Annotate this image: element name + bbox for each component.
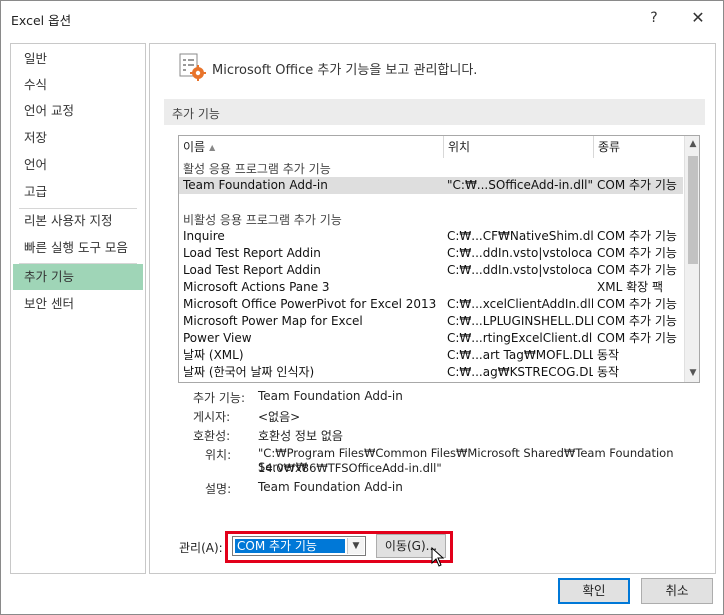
- row-name: Team Foundation Add-in: [183, 178, 328, 192]
- row-type: COM 추가 기능: [597, 297, 677, 311]
- detail-addin-label: 추가 기능:: [193, 391, 246, 405]
- row-type: 동작: [597, 365, 620, 379]
- column-header-name[interactable]: 이름 ▲: [179, 136, 443, 158]
- add-ins-panel: Microsoft Office 추가 기능을 보고 관리합니다. 추가 기능 …: [149, 43, 716, 574]
- row-location: C:₩...xcelClientAddIn.dll: [447, 297, 593, 311]
- detail-description-label: 설명:: [205, 482, 232, 496]
- table-row[interactable]: Team Foundation Add-in "C:₩...SOfficeAdd…: [179, 177, 683, 194]
- scroll-down-icon[interactable]: ▼: [685, 365, 699, 381]
- table-row[interactable]: Microsoft Office PowerPivot for Excel 20…: [179, 296, 683, 313]
- options-sidebar: 일반 수식 언어 교정 저장 언어 고급 리본 사용자 지정 빠른 실행 도구 …: [10, 43, 146, 574]
- help-icon[interactable]: ?: [641, 5, 667, 31]
- sort-up-icon: ▲: [209, 142, 216, 152]
- row-name: 날짜 (한국어 날짜 인식자): [183, 365, 315, 379]
- table-row[interactable]: Inquire C:₩...CF₩NativeShim.dll COM 추가 기…: [179, 228, 683, 245]
- scrollbar-thumb[interactable]: [688, 156, 698, 264]
- detail-compat-value: 호환성 정보 없음: [258, 429, 343, 443]
- detail-location-label: 위치:: [205, 448, 232, 462]
- cancel-button[interactable]: 취소: [641, 578, 713, 604]
- table-row[interactable]: Power View C:₩...rtingExcelClient.dll CO…: [179, 330, 683, 347]
- sidebar-item-customize-ribbon[interactable]: 리본 사용자 지정: [11, 208, 143, 234]
- row-location: C:₩...ag₩KSTRECOG.DLL: [447, 365, 593, 379]
- row-name: 날짜 (XML): [183, 348, 244, 362]
- title-bar: Excel 옵션 ? ✕: [1, 1, 723, 35]
- sidebar-item-general[interactable]: 일반: [11, 46, 143, 72]
- sidebar-item-save[interactable]: 저장: [11, 125, 143, 151]
- row-location: C:₩...rtingExcelClient.dll: [447, 331, 593, 345]
- window-title: Excel 옵션: [11, 13, 72, 28]
- row-location: C:₩...art Tag₩MOFL.DLL: [447, 348, 593, 362]
- row-name: Microsoft Office PowerPivot for Excel 20…: [183, 297, 437, 311]
- row-type: COM 추가 기능: [597, 246, 677, 260]
- page-header: Microsoft Office 추가 기능을 보고 관리합니다.: [212, 63, 478, 78]
- row-type: COM 추가 기능: [597, 229, 677, 243]
- manage-select[interactable]: COM 추가 기능 ▼: [232, 536, 366, 556]
- manage-label: 관리(A):: [179, 541, 223, 555]
- row-name: Power View: [183, 331, 252, 345]
- add-ins-table[interactable]: 이름 ▲ 위치 종류 활성 응용 프로그램 추가 기능 Team Foundati…: [178, 135, 700, 383]
- table-row[interactable]: Load Test Report Addin C:₩...ddIn.vsto|v…: [179, 262, 683, 279]
- row-type: XML 확장 팩: [597, 280, 664, 294]
- row-type: COM 추가 기능: [597, 314, 677, 328]
- table-row[interactable]: Microsoft Actions Pane 3 XML 확장 팩: [179, 279, 683, 296]
- section-header: 추가 기능: [164, 99, 705, 125]
- table-row[interactable]: Load Test Report Addin C:₩...ddIn.vsto|v…: [179, 245, 683, 262]
- column-header-type[interactable]: 종류: [594, 136, 684, 158]
- row-location: C:₩...ddIn.vsto|vstolocal: [447, 263, 593, 277]
- group-label-inactive: 비활성 응용 프로그램 추가 기능: [183, 213, 342, 227]
- row-name: Load Test Report Addin: [183, 246, 321, 260]
- dropdown-arrow-icon[interactable]: ▼: [347, 538, 364, 554]
- row-type: 동작: [597, 348, 620, 362]
- table-scrollbar[interactable]: ▲ ▼: [684, 136, 699, 382]
- sidebar-item-formulas[interactable]: 수식: [11, 72, 143, 98]
- row-name: Inquire: [183, 229, 225, 243]
- row-type: COM 추가 기능: [597, 263, 677, 277]
- mouse-cursor-icon: [431, 547, 445, 567]
- scroll-up-icon[interactable]: ▲: [685, 136, 699, 152]
- sidebar-item-add-ins[interactable]: 추가 기능: [13, 264, 143, 290]
- column-header-name-label: 이름: [183, 140, 206, 154]
- row-type: COM 추가 기능: [597, 331, 677, 345]
- column-header-location[interactable]: 위치: [444, 136, 592, 158]
- table-row[interactable]: 날짜 (XML) C:₩...art Tag₩MOFL.DLL 동작: [179, 347, 683, 364]
- detail-publisher-value: <없음>: [258, 410, 301, 424]
- detail-addin-value: Team Foundation Add-in: [258, 389, 403, 403]
- row-location: C:₩...CF₩NativeShim.dll: [447, 229, 593, 243]
- sidebar-item-proofing[interactable]: 언어 교정: [11, 98, 143, 124]
- row-name: Microsoft Power Map for Excel: [183, 314, 363, 328]
- detail-compat-label: 호환성:: [193, 429, 231, 443]
- row-name: Load Test Report Addin: [183, 263, 321, 277]
- row-location: C:₩...LPLUGINSHELL.DLL: [447, 314, 593, 328]
- close-icon[interactable]: ✕: [683, 5, 713, 31]
- table-row[interactable]: 날짜 (한국어 날짜 인식자) C:₩...ag₩KSTRECOG.DLL 동작: [179, 364, 683, 381]
- excel-options-dialog: Excel 옵션 ? ✕ 일반 수식 언어 교정 저장 언어 고급 리본 사용자…: [0, 0, 724, 615]
- row-type: COM 추가 기능: [597, 178, 677, 192]
- sidebar-item-advanced[interactable]: 고급: [11, 179, 143, 205]
- manage-select-value: COM 추가 기능: [235, 539, 345, 553]
- section-title: 추가 기능: [172, 107, 220, 121]
- row-location: "C:₩...SOfficeAdd-in.dll": [447, 178, 593, 192]
- group-label-active: 활성 응용 프로그램 추가 기능: [183, 162, 331, 176]
- sidebar-item-quick-access-toolbar[interactable]: 빠른 실행 도구 모음: [11, 235, 143, 261]
- row-location: C:₩...ddIn.vsto|vstolocal: [447, 246, 593, 260]
- detail-publisher-label: 게시자:: [193, 410, 231, 424]
- sidebar-item-trust-center[interactable]: 보안 센터: [11, 291, 143, 317]
- row-name: Microsoft Actions Pane 3: [183, 280, 330, 294]
- sidebar-item-language[interactable]: 언어: [11, 152, 143, 178]
- detail-description-value: Team Foundation Add-in: [258, 480, 403, 494]
- detail-location-value-cont: 14.0₩x86₩TFSOfficeAdd-in.dll": [258, 461, 442, 475]
- ok-button[interactable]: 확인: [558, 578, 630, 604]
- table-row[interactable]: Microsoft Power Map for Excel C:₩...LPLU…: [179, 313, 683, 330]
- addins-gear-icon: [179, 53, 206, 81]
